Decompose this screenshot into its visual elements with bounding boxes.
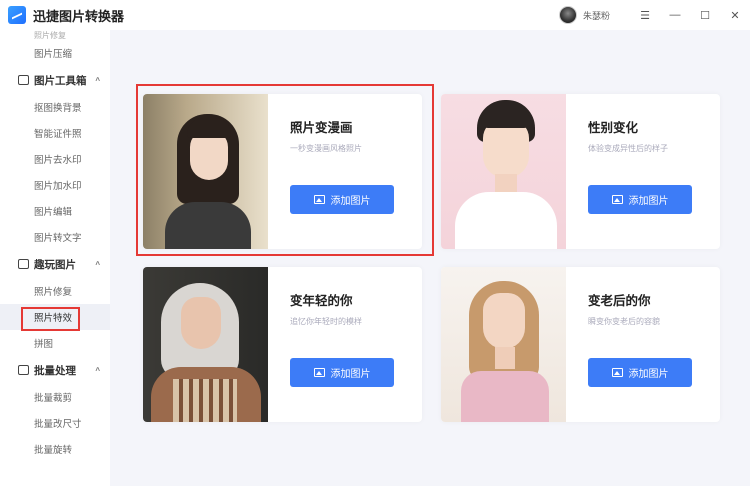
- add-image-button[interactable]: 添加图片: [588, 185, 692, 214]
- sidebar-item-collage[interactable]: 拼图: [0, 330, 110, 356]
- chevron-up-icon: ^: [95, 75, 100, 85]
- card-title: 变老后的你: [588, 294, 651, 308]
- user-name[interactable]: 朱瑟粉: [583, 9, 610, 22]
- older-sample-image: [441, 267, 566, 422]
- close-button[interactable]: ✕: [720, 0, 750, 30]
- sidebar: 照片修复 图片压缩 图片工具箱 ^ 抠图换背景 智能证件照 图片去水印 图片加水…: [0, 30, 110, 486]
- minimize-button[interactable]: —: [660, 0, 690, 30]
- highlight-box: [21, 307, 80, 331]
- title-bar-right: 朱瑟粉 ☰ — ☐ ✕: [558, 0, 750, 30]
- image-icon: [611, 368, 623, 377]
- fun-image-icon: [18, 259, 29, 269]
- sidebar-group-label: 图片工具箱: [34, 74, 87, 87]
- sidebar-item-add-watermark[interactable]: 图片加水印: [0, 172, 110, 198]
- sidebar-item-photo-repair[interactable]: 照片修复: [0, 278, 110, 304]
- chevron-up-icon: ^: [95, 365, 100, 375]
- sidebar-group-label: 批量处理: [34, 364, 76, 377]
- sidebar-item-photo-effects[interactable]: 照片特效: [0, 304, 110, 331]
- card-title: 性别变化: [588, 121, 639, 135]
- card-description: 追忆你年轻时的模样: [290, 317, 362, 326]
- card-description: 瞬变你变老后的容貌: [588, 317, 660, 326]
- title-bar: 迅捷图片转换器 朱瑟粉 ☰ — ☐ ✕: [0, 0, 750, 30]
- sidebar-item-remove-watermark[interactable]: 图片去水印: [0, 146, 110, 172]
- sidebar-group-batch[interactable]: 批量处理 ^: [0, 356, 110, 384]
- add-image-button[interactable]: 添加图片: [290, 358, 394, 387]
- sidebar-item-batch-crop[interactable]: 批量裁剪: [0, 384, 110, 410]
- effect-card-gender[interactable]: 性别变化 体验变成异性后的样子 添加图片: [441, 94, 720, 249]
- sidebar-item-image-edit[interactable]: 图片编辑: [0, 198, 110, 224]
- younger-sample-image: [143, 267, 268, 422]
- sidebar-group-fun-images[interactable]: 趣玩图片 ^: [0, 250, 110, 278]
- sidebar-group-label: 趣玩图片: [34, 258, 76, 271]
- sidebar-item-batch-rotate[interactable]: 批量旋转: [0, 436, 110, 462]
- toolbox-icon: [18, 75, 29, 85]
- image-icon: [313, 368, 325, 377]
- effect-card-younger[interactable]: 变年轻的你 追忆你年轻时的模样 添加图片: [143, 267, 422, 422]
- app-title: 迅捷图片转换器: [33, 8, 125, 24]
- sidebar-item-cutout[interactable]: 抠图换背景: [0, 94, 110, 120]
- card-description: 体验变成异性后的样子: [588, 144, 668, 153]
- button-label: 添加图片: [628, 196, 669, 207]
- avatar[interactable]: [558, 6, 577, 24]
- sidebar-item-id-photo[interactable]: 智能证件照: [0, 120, 110, 146]
- gender-sample-image: [441, 94, 566, 249]
- sidebar-item-image-to-text[interactable]: 图片转文字: [0, 224, 110, 250]
- image-icon: [611, 195, 623, 204]
- sidebar-group-toolbox[interactable]: 图片工具箱 ^: [0, 66, 110, 94]
- app-logo-icon: [8, 6, 26, 24]
- menu-icon[interactable]: ☰: [630, 0, 660, 30]
- button-label: 添加图片: [330, 369, 371, 380]
- sidebar-item-batch-resize[interactable]: 批量改尺寸: [0, 410, 110, 436]
- add-image-button[interactable]: 添加图片: [588, 358, 692, 387]
- button-label: 添加图片: [628, 369, 669, 380]
- batch-icon: [18, 365, 29, 375]
- effect-card-older[interactable]: 变老后的你 瞬变你变老后的容貌 添加图片: [441, 267, 720, 422]
- chevron-up-icon: ^: [95, 259, 100, 269]
- highlight-box: [136, 84, 434, 256]
- sidebar-item-image-compress[interactable]: 图片压缩: [0, 40, 110, 66]
- card-title: 变年轻的你: [290, 294, 353, 308]
- sidebar-item-partial[interactable]: 照片修复: [0, 30, 110, 40]
- maximize-button[interactable]: ☐: [690, 0, 720, 30]
